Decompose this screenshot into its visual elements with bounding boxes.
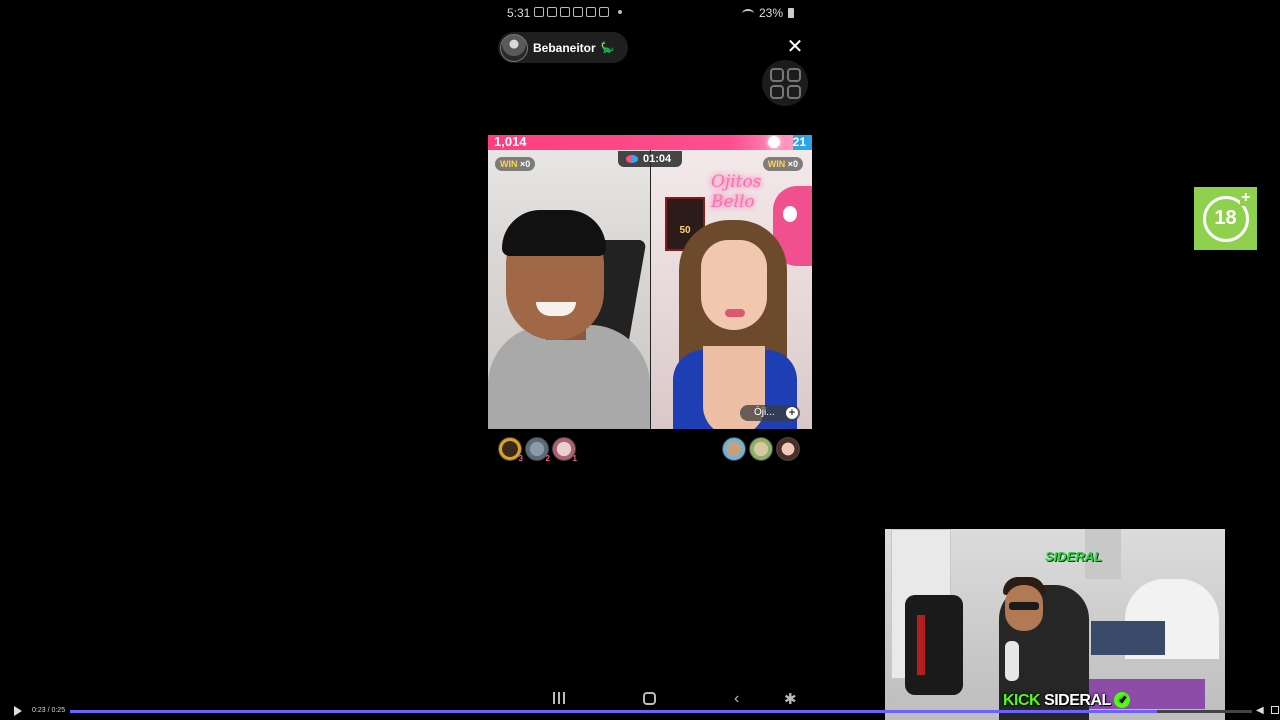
mail-icon <box>534 7 544 17</box>
fullscreen-icon[interactable] <box>1271 706 1279 714</box>
battery-level: 23% <box>758 6 783 20</box>
gaming-chair <box>905 595 963 695</box>
battle-icon <box>626 155 638 163</box>
wifi-icon <box>741 8 754 18</box>
supporter-avatar[interactable]: 2 <box>525 437 550 463</box>
plus-icon: + <box>1240 188 1252 206</box>
supporter-avatar[interactable] <box>749 437 773 461</box>
accessibility-icon[interactable]: ✱ <box>784 690 797 708</box>
shirt <box>488 325 650 429</box>
live-battle[interactable]: 1,014 21 Ojitos Bello 50 WIN ×0 WIN ×0 0… <box>488 135 812 429</box>
battery-icon <box>788 8 794 18</box>
age-rating-badge: 18 + <box>1194 187 1257 250</box>
tiktok-icon <box>573 7 583 17</box>
microphone <box>1005 641 1019 681</box>
back-icon[interactable]: ‹ <box>734 690 739 708</box>
status-right: 23% <box>741 6 794 20</box>
time-readout: 0:23 / 0:25 <box>32 707 66 714</box>
right-stream[interactable]: Ojitos Bello 50 <box>651 150 812 429</box>
app-icon <box>586 7 596 17</box>
notification-icons <box>534 7 622 17</box>
supporter-avatar[interactable]: 3 <box>498 437 523 463</box>
kick-brand: KICK SIDERAL ✓ <box>1003 692 1131 710</box>
left-stream[interactable] <box>488 150 650 429</box>
sunglasses <box>1009 602 1039 610</box>
supporter-avatar[interactable]: 1 <box>552 437 577 463</box>
sideral-logo: SIDERAL <box>1045 549 1103 564</box>
more-dot-icon <box>618 10 622 14</box>
dinosaur-icon: 🦕 <box>600 42 615 54</box>
host-chip[interactable]: Bebaneitor 🦕 <box>498 32 628 63</box>
mail-icon <box>547 7 557 17</box>
close-icon[interactable]: ✕ <box>786 37 804 57</box>
left-score: 1,014 <box>494 135 527 149</box>
home-icon[interactable] <box>643 692 656 705</box>
pinterest-icon <box>560 7 570 17</box>
spark-icon <box>768 136 780 148</box>
left-supporters: 3 2 1 <box>498 437 577 463</box>
verified-icon: ✓ <box>1114 692 1131 708</box>
volume-icon[interactable]: ◀ <box>1256 705 1264 716</box>
status-time: 5:31 <box>507 6 531 20</box>
grid-icon <box>769 67 784 82</box>
win-badge-right: WIN ×0 <box>762 157 803 171</box>
supporter-avatar[interactable] <box>776 437 800 461</box>
follow-plus-icon[interactable]: + <box>786 407 798 419</box>
webcam-overlay: SIDERAL KICK SIDERAL ✓ <box>885 529 1225 720</box>
status-bar: 5:31 23% <box>500 4 800 22</box>
host-name[interactable]: Bebaneitor <box>533 41 596 55</box>
bed <box>1091 621 1165 655</box>
score-bar-left <box>488 135 793 150</box>
play-icon[interactable] <box>14 706 22 716</box>
phone-icon <box>599 7 609 17</box>
progress-fill <box>70 710 1158 713</box>
score-bar <box>488 135 812 150</box>
opponent-chip[interactable]: Òji... + <box>740 405 800 421</box>
battle-timer: 01:04 <box>618 151 682 167</box>
grid-menu-button[interactable] <box>762 60 808 106</box>
supporter-avatar[interactable] <box>722 437 746 461</box>
right-supporters <box>722 437 800 461</box>
right-score: 21 <box>792 135 806 149</box>
progress-bar[interactable] <box>70 710 1252 713</box>
win-badge-left: WIN ×0 <box>495 157 536 171</box>
host-avatar[interactable] <box>500 33 528 62</box>
recents-icon[interactable] <box>553 692 567 704</box>
